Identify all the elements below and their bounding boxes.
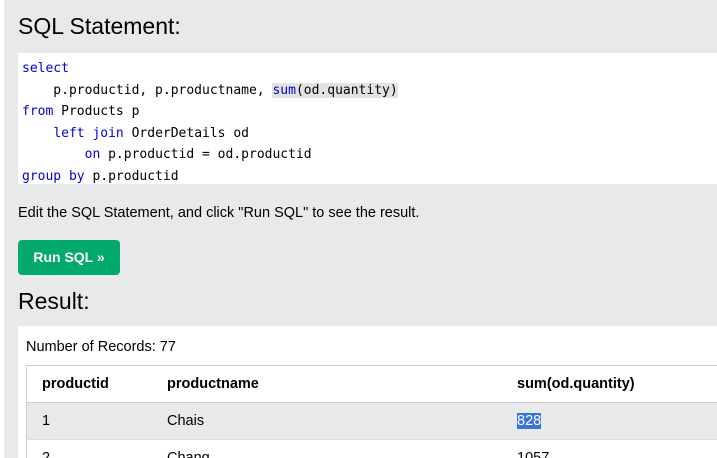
sql-keyword: sum [272, 82, 296, 98]
code-line: left join OrderDetails od [22, 123, 717, 145]
table-cell: 1 [26, 402, 152, 440]
code-line: from Products p [22, 101, 717, 123]
column-header: sum(od.quantity) [502, 365, 717, 403]
code-line: on p.productid = od.productid [22, 144, 717, 166]
sql-keyword: left join [53, 125, 124, 141]
sql-token: p.productid = od.productid [100, 147, 312, 162]
table-cell: Chang [152, 439, 502, 458]
sql-token: p.productid [84, 168, 179, 184]
table-cell: Chais [152, 402, 502, 440]
sql-keyword: on [84, 147, 101, 162]
code-line: select [22, 58, 717, 80]
record-count: Number of Records: 77 [26, 339, 176, 355]
column-header: productid [26, 365, 152, 403]
table-row: 2 Chang 1057 [26, 439, 717, 458]
result-table: productid productname sum(od.quantity) 1… [26, 365, 717, 458]
table-header-row: productid productname sum(od.quantity) [26, 365, 717, 403]
sql-token: OrderDetails od [123, 125, 249, 141]
code-line: group by p.productid [22, 166, 717, 188]
result-heading: Result: [18, 288, 90, 314]
table-cell: 828 [502, 402, 717, 440]
result-panel: Number of Records: 77 productid productn… [18, 326, 717, 458]
code-line: p.productid, p.productname, sum(od.quant… [22, 80, 717, 102]
sql-token: Products p [53, 104, 140, 119]
left-edge-strip [0, 0, 4, 458]
table-row: 1 Chais 828 [26, 402, 717, 440]
sql-keyword: from [22, 104, 54, 119]
sql-statement-heading: SQL Statement: [18, 13, 181, 39]
sql-keyword: group by [22, 168, 85, 184]
run-sql-button[interactable]: Run SQL » [18, 240, 120, 275]
table-cell: 2 [26, 439, 152, 458]
table-cell: 1057 [502, 439, 717, 458]
selected-cell-text[interactable]: 828 [517, 413, 542, 429]
instruction-text: Edit the SQL Statement, and click "Run S… [18, 205, 420, 221]
sql-token: p.productid, p.productname, [22, 82, 273, 98]
sql-editor[interactable]: select p.productid, p.productname, sum(o… [18, 53, 717, 184]
sql-token: (od.quantity) [295, 82, 398, 98]
sql-keyword: select [22, 61, 69, 76]
column-header: productname [152, 365, 502, 403]
